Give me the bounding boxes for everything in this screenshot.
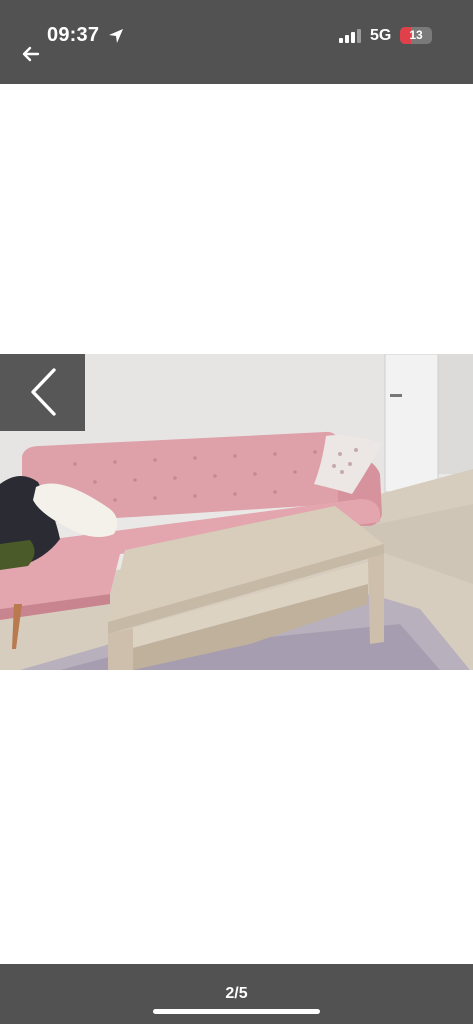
battery-indicator: 13: [400, 27, 432, 44]
network-type: 5G: [370, 27, 392, 44]
battery-percent: 13: [409, 28, 423, 42]
chevron-left-icon: [31, 368, 56, 416]
home-indicator[interactable]: [153, 1009, 320, 1014]
image-counter: 2/5: [225, 985, 248, 1002]
status-time: 09:37: [47, 24, 100, 46]
location-arrow-icon: [109, 29, 123, 43]
previous-image-button[interactable]: [0, 354, 85, 431]
top-bar: 09:37 5G 13: [0, 0, 473, 84]
back-button[interactable]: [18, 42, 44, 66]
signal-bars-icon: [339, 29, 361, 43]
